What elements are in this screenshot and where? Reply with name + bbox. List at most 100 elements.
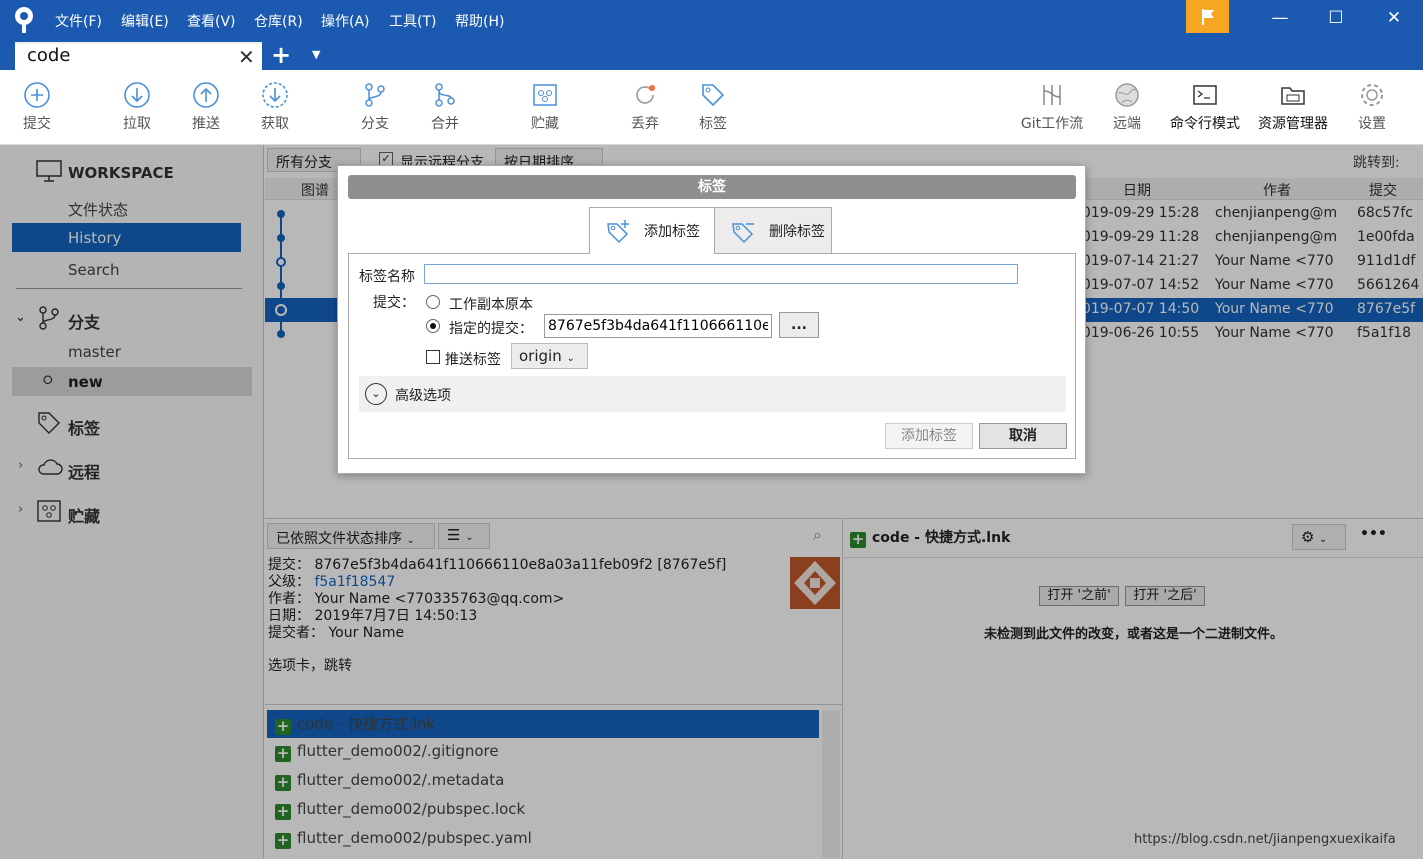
- commit-hash-input[interactable]: [544, 314, 772, 338]
- close-window-icon[interactable]: ✕: [1379, 8, 1409, 28]
- menu-tools[interactable]: 工具(T): [389, 11, 436, 31]
- pull-button[interactable]: 拉取: [112, 71, 162, 145]
- diff-settings-select[interactable]: ⚙ ⌄: [1292, 524, 1346, 550]
- dialog-body: 标签名称 提交： 工作副本原本 指定的提交： ... 推送标签 origin ⌄…: [348, 253, 1076, 459]
- add-tag-icon: [607, 220, 629, 244]
- close-tab-icon[interactable]: ✕: [238, 45, 255, 69]
- jump-to-label[interactable]: 跳转到:: [1353, 152, 1400, 172]
- sidebar-tags-heading[interactable]: 标签: [68, 415, 100, 439]
- explorer-button[interactable]: 资源管理器: [1252, 71, 1334, 145]
- tag-name-input[interactable]: [424, 264, 1018, 284]
- menu-help[interactable]: 帮助(H): [455, 11, 504, 31]
- binary-file-message: 未检测到此文件的改变，或者这是一个二进制文件。: [983, 627, 1283, 642]
- globe-icon: [1115, 83, 1139, 107]
- commit-details-panel: 已依照文件状态排序 ⌄ ☰ ⌄ ⌕ 提交： 8767e5f3b4da641f11…: [265, 518, 843, 859]
- row-author: Your Name <770: [1215, 301, 1334, 317]
- discard-icon: [636, 85, 655, 104]
- row-date: 2019-09-29 11:28: [1073, 229, 1200, 245]
- sidebar-item-history[interactable]: History: [12, 223, 241, 252]
- row-commit: 5661264: [1357, 277, 1420, 293]
- sidebar-remotes-heading[interactable]: 远程: [68, 459, 100, 483]
- commit-button[interactable]: 提交: [12, 71, 62, 145]
- delete-tag-icon: [732, 222, 754, 243]
- repo-tab[interactable]: code ✕: [15, 42, 262, 71]
- chevron-right-icon[interactable]: ›: [18, 458, 23, 473]
- menu-edit[interactable]: 编辑(E): [121, 11, 169, 31]
- remote-select[interactable]: origin ⌄: [511, 343, 588, 369]
- menu-file[interactable]: 文件(F): [55, 11, 102, 31]
- file-row-selected[interactable]: + code - 快捷方式.lnk: [267, 710, 819, 738]
- file-row[interactable]: + flutter_demo002/.gitignore: [267, 739, 819, 767]
- file-name: flutter_demo002/.gitignore: [297, 742, 499, 760]
- file-row[interactable]: + flutter_demo002/.metadata: [267, 768, 819, 796]
- tab-delete-tag[interactable]: 删除标签: [714, 207, 832, 254]
- file-row[interactable]: + flutter_demo002/pubspec.yaml: [267, 826, 819, 854]
- working-copy-label: 工作副本原本: [449, 297, 533, 313]
- file-sort-select[interactable]: 已依照文件状态排序 ⌄: [267, 523, 435, 549]
- col-author[interactable]: 作者: [1263, 180, 1291, 200]
- push-button[interactable]: 推送: [181, 71, 231, 145]
- tag-button[interactable]: 标签: [688, 71, 738, 145]
- commit-node-icon: [275, 304, 287, 316]
- git-flow-button[interactable]: Git工作流: [1012, 71, 1092, 145]
- sidebar-item-file-status[interactable]: 文件状态: [68, 199, 128, 220]
- cancel-button[interactable]: 取消: [979, 423, 1067, 449]
- detail-value: Your Name <770335763@qq.com>: [314, 591, 565, 607]
- add-tag-button[interactable]: 添加标签: [885, 423, 973, 449]
- remote-button[interactable]: 远端: [1104, 71, 1150, 145]
- dialog-title: 标签: [348, 175, 1076, 199]
- tag-name-label: 标签名称: [359, 269, 415, 285]
- view-mode-select[interactable]: ☰ ⌄: [438, 523, 490, 549]
- working-copy-radio[interactable]: [426, 295, 440, 309]
- open-before-button[interactable]: 打开 '之前': [1039, 586, 1119, 606]
- minimize-icon[interactable]: —: [1265, 8, 1295, 28]
- tab-add-tag[interactable]: 添加标签: [589, 207, 715, 254]
- tag-label: 标签: [699, 116, 727, 132]
- merge-button[interactable]: 合并: [420, 71, 470, 145]
- advanced-options-expander[interactable]: ⌄ 高级选项: [359, 376, 1066, 412]
- settings-button[interactable]: 设置: [1350, 71, 1394, 145]
- sidebar-stashes-heading[interactable]: 贮藏: [68, 503, 100, 527]
- specified-commit-radio[interactable]: [426, 319, 440, 333]
- monitor-icon: [36, 160, 62, 182]
- menu-repository[interactable]: 仓库(R): [254, 11, 303, 31]
- discard-button[interactable]: 丢弃: [620, 71, 670, 145]
- more-options-icon[interactable]: •••: [1360, 526, 1387, 542]
- tab-dropdown-icon[interactable]: ▼: [312, 48, 320, 61]
- parent-link[interactable]: f5a1f18547: [314, 574, 395, 590]
- file-list-scrollbar[interactable]: [822, 710, 840, 858]
- sourcetree-logo-icon: [15, 7, 33, 33]
- detail-parent: 父级： f5a1f18547: [268, 574, 726, 591]
- added-file-icon: +: [275, 744, 291, 762]
- maximize-icon[interactable]: ☐: [1321, 8, 1351, 28]
- chevron-right-icon[interactable]: ›: [18, 502, 23, 517]
- sidebar-item-search[interactable]: Search: [68, 261, 120, 279]
- menu-view[interactable]: 查看(V): [187, 11, 236, 31]
- push-tag-checkbox[interactable]: [426, 350, 440, 364]
- browse-commit-button[interactable]: ...: [779, 312, 819, 338]
- detail-committer: 提交者： Your Name: [268, 625, 726, 642]
- row-commit: f5a1f18: [1357, 325, 1412, 341]
- sidebar-branch-new[interactable]: ⭘ new: [12, 367, 252, 396]
- stash-button[interactable]: 贮藏: [520, 71, 570, 145]
- open-after-button[interactable]: 打开 '之后': [1125, 586, 1205, 606]
- fetch-button[interactable]: 获取: [250, 71, 300, 145]
- notification-flag-icon[interactable]: [1186, 0, 1229, 33]
- terminal-button[interactable]: 命令行模式: [1163, 71, 1247, 145]
- chevron-down-icon[interactable]: ⌄: [15, 310, 26, 325]
- menu-actions[interactable]: 操作(A): [321, 11, 370, 31]
- pull-icon: [124, 82, 150, 108]
- col-commit[interactable]: 提交: [1369, 180, 1397, 200]
- sidebar-divider: [16, 288, 242, 289]
- file-row[interactable]: + flutter_demo002/pubspec.lock: [267, 797, 819, 825]
- sidebar-branch-master[interactable]: master: [68, 343, 121, 361]
- repo-tab-label: code: [27, 45, 71, 66]
- show-remote-checkbox[interactable]: ✓: [379, 152, 393, 166]
- merge-label: 合并: [431, 116, 459, 132]
- branch-button[interactable]: 分支: [350, 71, 400, 145]
- col-graph[interactable]: 图谱: [301, 180, 329, 200]
- sidebar-branches-heading[interactable]: 分支: [68, 309, 100, 333]
- col-date[interactable]: 日期: [1123, 180, 1151, 200]
- search-icon[interactable]: ⌕: [813, 525, 822, 545]
- new-tab-icon[interactable]: +: [271, 41, 291, 69]
